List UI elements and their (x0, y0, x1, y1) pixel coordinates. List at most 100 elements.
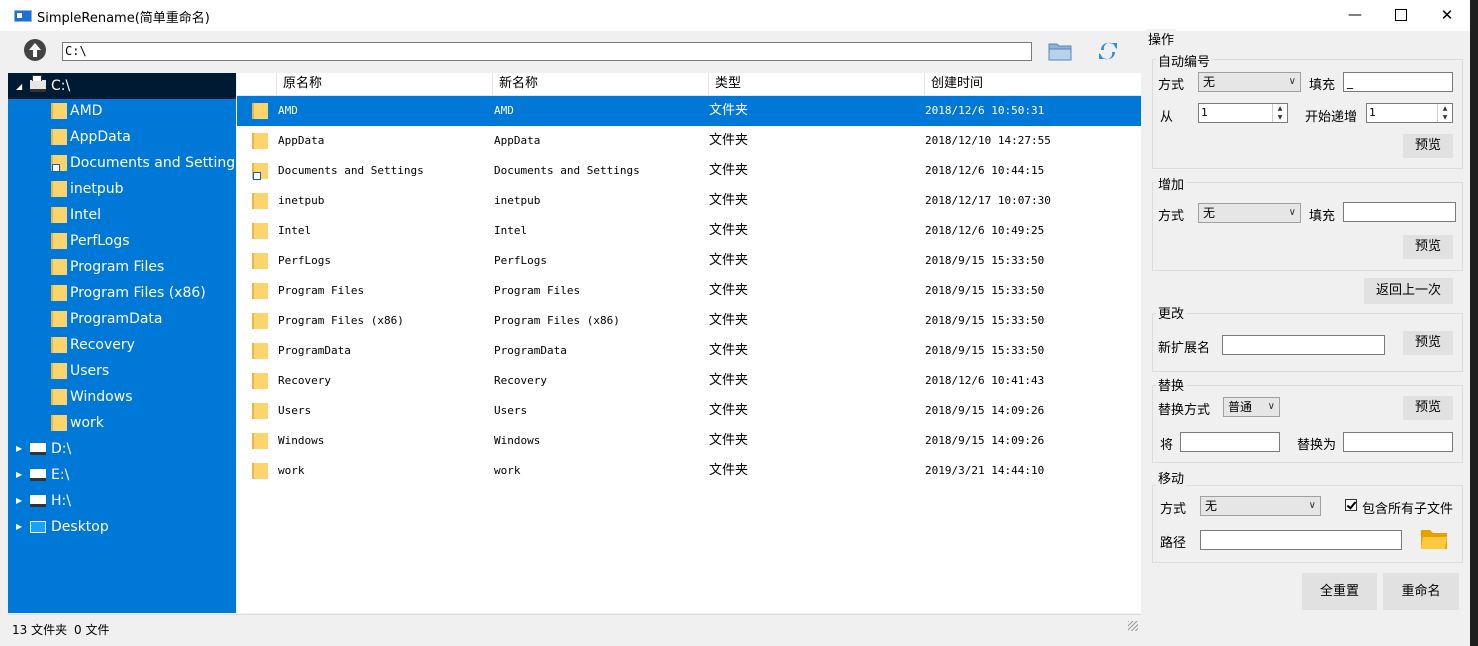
cell-orig: Recovery (278, 374, 331, 387)
table-row[interactable]: Windows Windows 文件夹 2018/9/15 14:09:26 (237, 426, 1141, 456)
auto-step-spinner[interactable]: 1 ▲ ▼ (1366, 103, 1453, 123)
table-row[interactable]: Users Users 文件夹 2018/9/15 14:09:26 (237, 396, 1141, 426)
include-subfiles-checkbox[interactable] (1345, 499, 1357, 511)
add-preview-button[interactable]: 预览 (1403, 235, 1453, 259)
table-row[interactable]: Documents and Settings Documents and Sett… (237, 156, 1141, 186)
expand-icon[interactable]: ▶ (16, 436, 22, 462)
maximize-button[interactable] (1378, 0, 1424, 31)
expand-icon[interactable]: ▶ (16, 514, 22, 540)
cell-new: Program Files (x86) (494, 314, 620, 327)
move-path-input[interactable] (1200, 530, 1402, 550)
tree-item[interactable]: AMD (8, 98, 236, 124)
add-mode-select[interactable]: 无 ∨ (1198, 203, 1301, 223)
auto-mode-select[interactable]: 无 ∨ (1198, 72, 1301, 92)
cell-orig: work (278, 464, 305, 477)
table-row[interactable]: ProgramData ProgramData 文件夹 2018/9/15 15:33… (237, 336, 1141, 366)
tree-item[interactable]: Program Files (x86) (8, 280, 236, 306)
tree-item[interactable]: Intel (8, 202, 236, 228)
tree-item-desktop[interactable]: ▶ Desktop (8, 514, 236, 540)
panel-title: 操作 (1146, 29, 1177, 48)
table-row[interactable]: inetpub inetpub 文件夹 2018/12/17 10:07:30 (237, 186, 1141, 216)
table-row[interactable]: work work 文件夹 2019/3/21 14:44:10 (237, 456, 1141, 486)
drive-icon (30, 443, 46, 455)
replace-to-input[interactable] (1343, 432, 1453, 452)
table-row[interactable]: Intel Intel 文件夹 2018/12/6 10:49:25 (237, 216, 1141, 246)
title-bar: SimpleRename(简单重命名) — ✕ (0, 0, 1470, 31)
refresh-icon[interactable] (1098, 40, 1118, 62)
tree-item[interactable]: work (8, 410, 236, 436)
auto-step-label: 开始递增 (1305, 110, 1358, 125)
folder-icon (252, 133, 268, 149)
drive-icon (30, 469, 46, 481)
expand-icon[interactable]: ▶ (16, 462, 22, 488)
table-row[interactable]: AppData AppData 文件夹 2018/12/10 14:27:55 (237, 126, 1141, 156)
cell-type: 文件夹 (709, 133, 749, 148)
auto-fill-input[interactable]: _ (1343, 72, 1453, 92)
tree-item[interactable]: ProgramData (8, 306, 236, 332)
minimize-button[interactable]: — (1332, 0, 1378, 31)
app-window: SimpleRename(简单重命名) — ✕ C:\ ◢ C:\ AMD Ap… (0, 0, 1470, 646)
tree-item-d-drive[interactable]: ▶ D:\ (8, 436, 236, 462)
change-preview-button[interactable]: 预览 (1403, 331, 1453, 355)
tree-item[interactable]: Documents and Settings (8, 150, 236, 176)
spinner-arrows-icon[interactable]: ▲ ▼ (1437, 104, 1452, 122)
include-subfiles-label[interactable]: 包含所有子文件 (1362, 498, 1453, 517)
table-row[interactable]: PerfLogs PerfLogs 文件夹 2018/9/15 15:33:50 (237, 246, 1141, 276)
arrow-up-icon (29, 43, 41, 57)
table-row[interactable]: AMD AMD 文件夹 2018/12/6 10:50:31 (237, 96, 1141, 126)
tree-item-e-drive[interactable]: ▶ E:\ (8, 462, 236, 488)
path-input[interactable]: C:\ (62, 42, 1032, 61)
close-button[interactable]: ✕ (1424, 0, 1470, 31)
browse-folder-icon[interactable] (1420, 528, 1448, 550)
extension-input[interactable] (1222, 335, 1385, 355)
add-fill-input[interactable] (1343, 202, 1456, 222)
tree-item[interactable]: Windows (8, 384, 236, 410)
tree-item[interactable]: Recovery (8, 332, 236, 358)
tree-item[interactable]: Users (8, 358, 236, 384)
cell-new: inetpub (494, 194, 541, 207)
cell-time: 2018/9/15 15:33:50 (925, 254, 1045, 267)
replace-mode-value: 普通 (1228, 400, 1253, 414)
column-new-name[interactable]: 新名称 (492, 73, 708, 95)
file-list: 原名称 新名称 类型 创建时间 AMD AMD 文件夹 2018/12/6 10:50… (237, 73, 1141, 613)
replace-preview-button[interactable]: 预览 (1403, 396, 1453, 420)
folder-icon (51, 363, 67, 379)
move-mode-select[interactable]: 无 ∨ (1200, 496, 1321, 516)
tree-item-h-drive[interactable]: ▶ H:\ (8, 488, 236, 514)
open-folder-icon[interactable] (1048, 41, 1072, 61)
spinner-arrows-icon[interactable]: ▲ ▼ (1272, 104, 1287, 122)
cell-time: 2018/12/6 10:50:31 (925, 104, 1045, 117)
expand-icon[interactable]: ▶ (16, 488, 22, 514)
table-row[interactable]: Program Files (x86) Program Files (x86) 文件… (237, 306, 1141, 336)
replace-from-input[interactable] (1180, 432, 1280, 452)
table-row[interactable]: Program Files Program Files 文件夹 2018/9/15 1… (237, 276, 1141, 306)
folder-icon (252, 403, 268, 419)
collapse-icon[interactable]: ◢ (16, 74, 22, 100)
tree-item[interactable]: inetpub (8, 176, 236, 202)
up-directory-button[interactable] (24, 39, 46, 61)
tree-item[interactable]: PerfLogs (8, 228, 236, 254)
rename-button[interactable]: 重命名 (1383, 573, 1459, 610)
background-strip (1470, 0, 1478, 646)
column-original-name[interactable]: 原名称 (276, 73, 492, 95)
tree-item[interactable]: AppData (8, 124, 236, 150)
file-count: 0 文件 (74, 623, 110, 637)
tree-item[interactable]: Program Files (8, 254, 236, 280)
auto-from-value: 1 (1201, 106, 1208, 119)
tree-item-c-drive[interactable]: ◢ C:\ (8, 73, 236, 99)
table-row[interactable]: Recovery Recovery 文件夹 2018/12/6 10:41:43 (237, 366, 1141, 396)
reset-all-button[interactable]: 全重置 (1302, 573, 1377, 610)
column-created-time[interactable]: 创建时间 (924, 73, 1141, 95)
resize-grip[interactable] (1128, 621, 1138, 631)
auto-preview-button[interactable]: 预览 (1403, 134, 1453, 158)
undo-button[interactable]: 返回上一次 (1364, 278, 1453, 304)
auto-from-spinner[interactable]: 1 ▲ ▼ (1198, 103, 1288, 123)
replace-mode-select[interactable]: 普通 ∨ (1223, 397, 1280, 417)
tree-item-label: Intel (70, 207, 101, 223)
folder-icon (51, 337, 67, 353)
replace-from-label: 将 (1160, 438, 1174, 453)
cell-type: 文件夹 (709, 313, 749, 328)
column-type[interactable]: 类型 (708, 73, 924, 95)
tree-item-label: E:\ (51, 467, 70, 483)
replace-to-label: 替换为 (1297, 438, 1337, 453)
